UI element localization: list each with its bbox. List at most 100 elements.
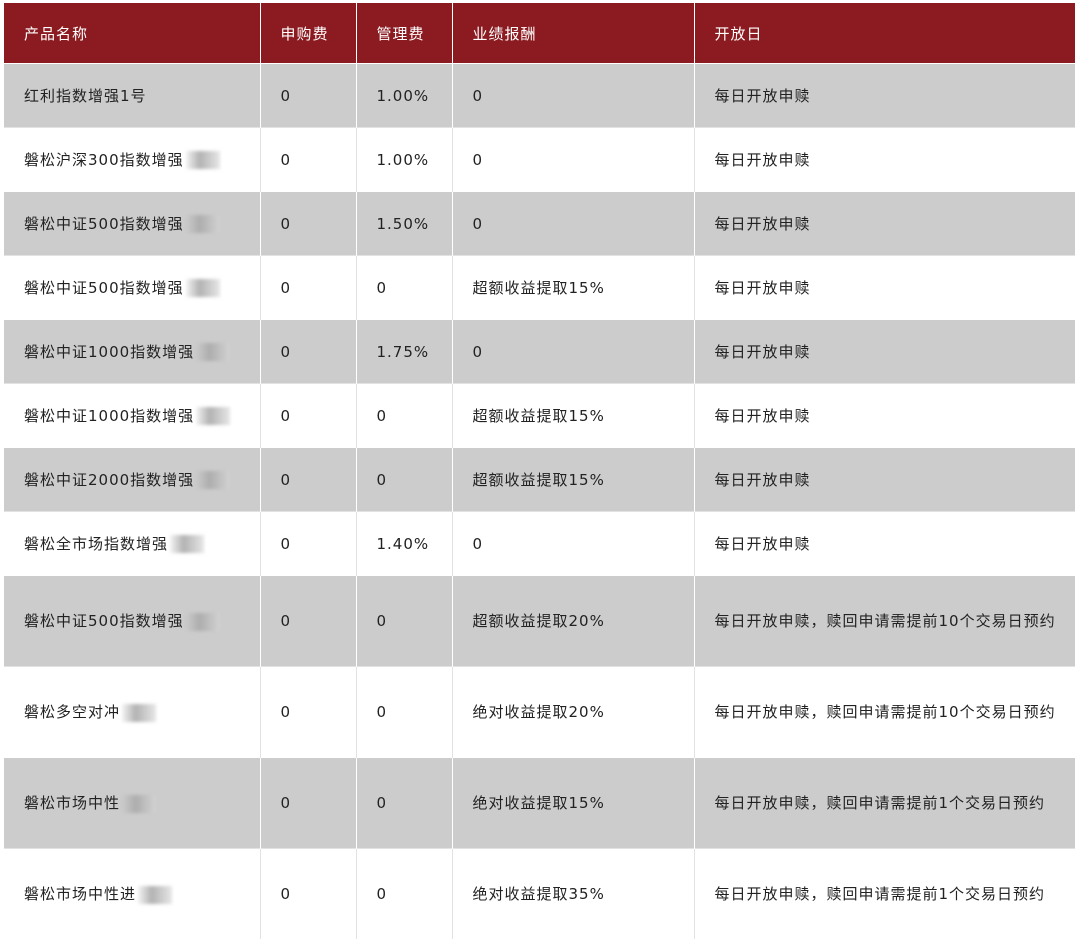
management-fee-cell-text: 1.50% [376, 214, 430, 233]
management-fee-cell: 0 [356, 757, 453, 849]
management-fee-cell-text: 1.40% [376, 534, 430, 553]
subscription-fee-cell: 0 [260, 319, 357, 384]
product-name-cell: 磐松市场中性 [4, 757, 261, 849]
management-fee-cell: 1.50% [356, 191, 453, 256]
subscription-fee-cell: 0 [260, 447, 357, 512]
management-fee-cell: 0 [356, 383, 453, 448]
product-fee-table-container: 产品名称 申购费 管理费 业绩报酬 开放日 红利指数增强1号 0 1.00% 0 每日开… [4, 3, 1075, 939]
redaction-blur [196, 407, 231, 425]
performance-fee-cell: 超额收益提取15% [452, 447, 695, 512]
subscription-fee-cell-text: 0 [280, 794, 292, 812]
management-fee-cell: 0 [356, 255, 453, 320]
redaction-blur [196, 343, 231, 361]
open-day-cell-text: 每日开放申赎 [714, 534, 811, 553]
management-fee-cell: 0 [356, 447, 453, 512]
subscription-fee-cell: 0 [260, 848, 357, 939]
header-open-day: 开放日 [694, 3, 1075, 64]
management-fee-cell-text: 0 [376, 885, 388, 903]
open-day-cell-text: 每日开放申赎 [714, 150, 811, 169]
performance-fee-cell-text: 超额收益提取15% [472, 278, 605, 297]
product-name-cell: 磐松多空对冲 [4, 666, 261, 758]
product-name-cell-text: 磐松沪深300指数增强 [24, 150, 184, 169]
open-day-cell-text: 每日开放申赎，赎回申请需提前10个交易日预约 [714, 612, 1056, 630]
subscription-fee-cell-text: 0 [280, 342, 292, 361]
open-day-cell: 每日开放申赎 [694, 191, 1075, 256]
table-row: 磐松中证1000指数增强 0 0 超额收益提取15% 每日开放申赎 [4, 383, 1075, 448]
open-day-cell: 每日开放申赎 [694, 255, 1075, 320]
table-row: 磐松中证500指数增强 0 1.50% 0 每日开放申赎 [4, 191, 1075, 256]
redaction-blur [122, 703, 157, 722]
open-day-cell-text: 每日开放申赎 [714, 406, 811, 425]
product-name-cell: 磐松中证500指数增强 [4, 191, 261, 256]
header-subscription-fee: 申购费 [260, 3, 357, 64]
subscription-fee-cell: 0 [260, 666, 357, 758]
management-fee-cell-text: 1.75% [376, 342, 430, 361]
subscription-fee-cell-text: 0 [280, 214, 292, 233]
performance-fee-cell-text: 超额收益提取15% [472, 406, 605, 425]
performance-fee-cell-text: 绝对收益提取35% [472, 885, 605, 903]
management-fee-cell: 0 [356, 666, 453, 758]
performance-fee-cell: 0 [452, 319, 695, 384]
open-day-cell: 每日开放申赎 [694, 383, 1075, 448]
product-name-cell: 磐松市场中性进 [4, 848, 261, 939]
subscription-fee-cell: 0 [260, 383, 357, 448]
table-row: 红利指数增强1号 0 1.00% 0 每日开放申赎 [4, 63, 1075, 128]
performance-fee-cell-text: 超额收益提取15% [472, 470, 605, 489]
product-name-cell: 磐松中证500指数增强 [4, 255, 261, 320]
header-product-name: 产品名称 [4, 3, 261, 64]
performance-fee-cell-text: 超额收益提取20% [472, 612, 605, 630]
subscription-fee-cell-text: 0 [280, 406, 292, 425]
subscription-fee-cell-text: 0 [280, 86, 292, 105]
table-row: 磐松市场中性 0 0 绝对收益提取15% 每日开放申赎，赎回申请需提前1个交易日预约 [4, 757, 1075, 849]
table-row: 磐松中证500指数增强 0 0 超额收益提取15% 每日开放申赎 [4, 255, 1075, 320]
product-name-cell-text: 磐松中证500指数增强 [24, 214, 184, 233]
table-header: 产品名称 申购费 管理费 业绩报酬 开放日 [4, 3, 1075, 64]
table-row: 磐松市场中性进 0 0 绝对收益提取35% 每日开放申赎，赎回申请需提前1个交易日预约 [4, 848, 1075, 939]
product-name-cell-text: 磐松中证1000指数增强 [24, 342, 195, 361]
open-day-cell-text: 每日开放申赎，赎回申请需提前10个交易日预约 [714, 703, 1056, 721]
subscription-fee-cell-text: 0 [280, 278, 292, 297]
management-fee-cell-text: 1.00% [376, 150, 430, 169]
performance-fee-cell: 绝对收益提取15% [452, 757, 695, 849]
performance-fee-cell-text: 0 [472, 534, 484, 553]
table-row: 磐松全市场指数增强 0 1.40% 0 每日开放申赎 [4, 511, 1075, 576]
subscription-fee-cell-text: 0 [280, 470, 292, 489]
open-day-cell: 每日开放申赎，赎回申请需提前10个交易日预约 [694, 575, 1075, 667]
subscription-fee-cell: 0 [260, 63, 357, 128]
product-name-cell: 磐松中证1000指数增强 [4, 319, 261, 384]
performance-fee-cell: 绝对收益提取20% [452, 666, 695, 758]
open-day-cell-text: 每日开放申赎，赎回申请需提前1个交易日预约 [714, 794, 1046, 812]
table-row: 磐松沪深300指数增强 0 1.00% 0 每日开放申赎 [4, 127, 1075, 192]
performance-fee-cell: 超额收益提取20% [452, 575, 695, 667]
open-day-cell-text: 每日开放申赎 [714, 470, 811, 489]
management-fee-cell-text: 0 [376, 794, 388, 812]
product-name-cell: 磐松中证500指数增强 [4, 575, 261, 667]
performance-fee-cell: 绝对收益提取35% [452, 848, 695, 939]
management-fee-cell: 1.40% [356, 511, 453, 576]
subscription-fee-cell-text: 0 [280, 150, 292, 169]
management-fee-cell: 1.75% [356, 319, 453, 384]
table-row: 磐松中证500指数增强 0 0 超额收益提取20% 每日开放申赎，赎回申请需提前10个交… [4, 575, 1075, 667]
subscription-fee-cell: 0 [260, 757, 357, 849]
performance-fee-cell-text: 绝对收益提取15% [472, 794, 605, 812]
open-day-cell: 每日开放申赎 [694, 511, 1075, 576]
open-day-cell: 每日开放申赎，赎回申请需提前10个交易日预约 [694, 666, 1075, 758]
product-fee-table: 产品名称 申购费 管理费 业绩报酬 开放日 红利指数增强1号 0 1.00% 0 每日开… [4, 3, 1075, 939]
performance-fee-cell: 超额收益提取15% [452, 255, 695, 320]
product-name-cell-text: 磐松中证2000指数增强 [24, 470, 195, 489]
open-day-cell: 每日开放申赎 [694, 447, 1075, 512]
redaction-blur [138, 885, 173, 904]
subscription-fee-cell-text: 0 [280, 534, 292, 553]
product-name-cell-text: 磐松中证500指数增强 [24, 278, 184, 297]
performance-fee-cell: 超额收益提取15% [452, 383, 695, 448]
subscription-fee-cell-text: 0 [280, 612, 292, 630]
management-fee-cell: 0 [356, 848, 453, 939]
table-body: 红利指数增强1号 0 1.00% 0 每日开放申赎 磐松沪深300指数增强 0 1.00% 0 每… [4, 63, 1075, 939]
subscription-fee-cell: 0 [260, 127, 357, 192]
management-fee-cell: 1.00% [356, 63, 453, 128]
redaction-blur [196, 471, 231, 489]
product-name-cell-text: 磐松市场中性进 [24, 885, 137, 903]
product-name-cell: 磐松沪深300指数增强 [4, 127, 261, 192]
table-row: 磐松中证2000指数增强 0 0 超额收益提取15% 每日开放申赎 [4, 447, 1075, 512]
subscription-fee-cell: 0 [260, 575, 357, 667]
